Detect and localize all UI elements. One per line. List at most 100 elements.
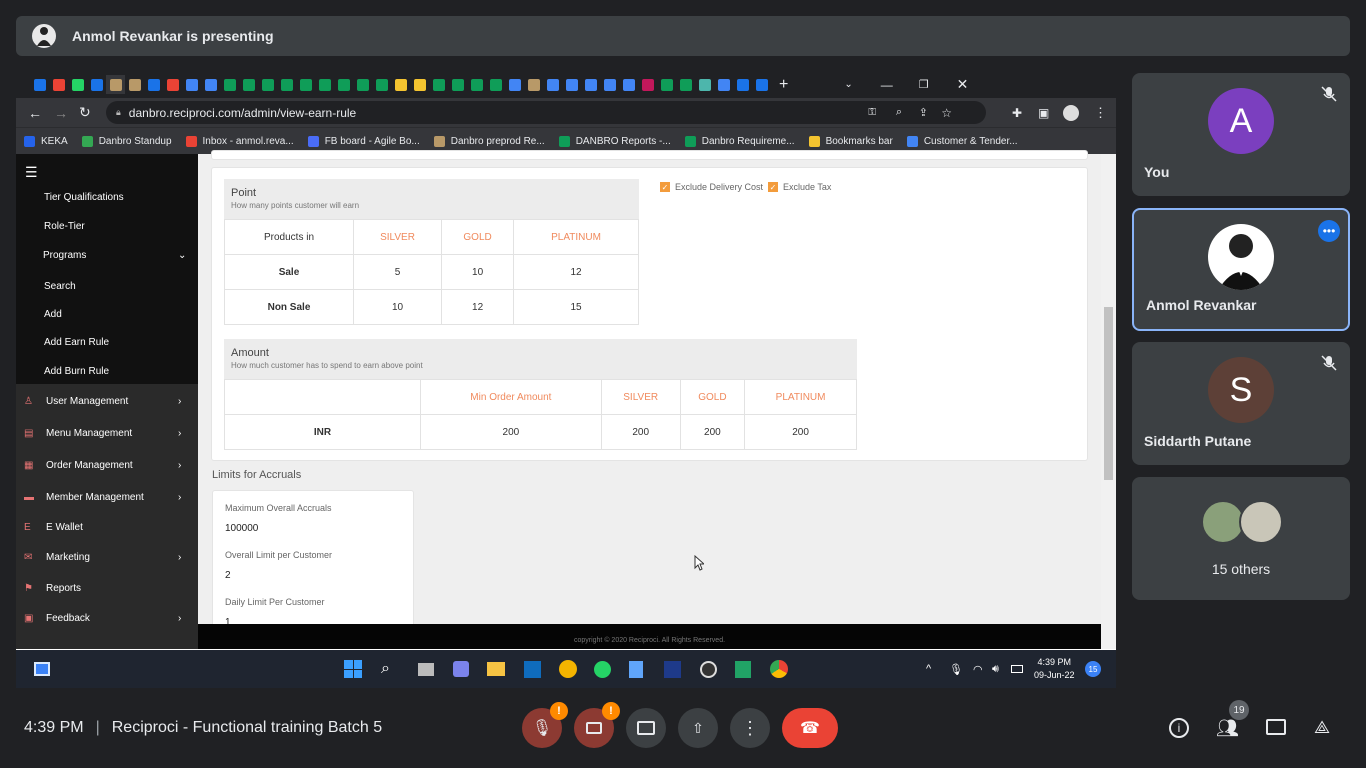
obs-icon[interactable] [700,660,717,678]
sidebar-item-add-burn-rule[interactable]: Add Burn Rule [16,356,198,386]
star-icon[interactable]: ☆ [941,106,952,120]
browser-tab[interactable] [752,75,771,94]
forward-icon[interactable]: → [54,105,68,121]
sidebar-item-feedback[interactable]: ▣ Feedback › [16,603,198,633]
zoom-icon[interactable]: ⌕ [896,106,902,119]
browser-tab[interactable] [676,75,695,94]
overall-limit-value[interactable]: 2 [225,570,231,581]
max-accruals-value[interactable]: 100000 [225,523,258,534]
sidebar-item-add[interactable]: Add [16,299,198,329]
browser-tab[interactable] [467,75,486,94]
sidebar-item-reports[interactable]: ⚑ Reports [16,573,198,603]
file-explorer-icon[interactable] [487,662,505,676]
browser-tab[interactable] [239,75,258,94]
leave-call-button[interactable]: ☎︎ [782,708,838,748]
notepad-icon[interactable] [629,660,643,678]
browser-tab[interactable] [733,75,752,94]
browser-tab[interactable] [695,75,714,94]
browser-tab[interactable] [296,75,315,94]
exclude-tax-checkbox[interactable]: ✓ [768,182,779,192]
bookmark-folder[interactable]: Bookmarks bar [808,135,893,147]
more-options-button[interactable]: ⋮ [730,708,770,748]
snip-icon[interactable] [664,660,681,678]
sidepanel-icon[interactable]: ▣ [1038,106,1049,120]
volume-icon[interactable]: 🔊︎ [992,663,999,676]
sidebar-item-member-management[interactable]: ▬ Member Management › [16,482,198,512]
chat-icon[interactable] [1266,719,1286,735]
browser-tab[interactable] [543,75,562,94]
page-scrollbar[interactable] [1101,154,1116,649]
new-tab-icon[interactable]: + [779,76,788,94]
close-window-icon[interactable]: ✕ [957,76,969,93]
wifi-icon[interactable]: ◠ [973,663,983,676]
battery-icon[interactable] [1011,665,1023,673]
browser-tab[interactable] [220,75,239,94]
participant-tile-siddarth[interactable]: S Siddarth Putane [1132,342,1350,465]
start-icon[interactable] [344,660,362,678]
clock[interactable]: 4:39 PM 09-Jun-22 [1034,656,1075,682]
chrome-beta-icon[interactable] [559,660,577,678]
browser-tab[interactable] [600,75,619,94]
browser-tab[interactable] [125,75,144,94]
bookmark-reports[interactable]: DANBRO Reports -... [558,135,671,147]
sidebar-item-role-tier[interactable]: Role-Tier [16,211,198,241]
browser-tab[interactable] [391,75,410,94]
browser-tab[interactable] [714,75,733,94]
sidebar-item-order-management[interactable]: ▦ Order Management › [16,450,198,480]
restore-icon[interactable]: ❐ [919,78,929,91]
teams-icon[interactable] [453,661,469,677]
hamburger-icon[interactable]: ☰ [25,164,38,181]
back-icon[interactable]: ← [28,105,42,121]
browser-tab[interactable] [182,75,201,94]
browser-tab[interactable] [524,75,543,94]
info-icon[interactable]: i [1169,718,1189,738]
sidebar-item-marketing[interactable]: ✉ Marketing › [16,542,198,572]
sidebar-item-programs[interactable]: Programs ⌄ [16,240,198,270]
captions-button[interactable] [626,708,666,748]
sidebar-item-menu-management[interactable]: ▤ Menu Management › [16,418,198,448]
browser-tab-strip[interactable]: + ⌄ — ❐ ✕ [16,71,1116,98]
browser-tab[interactable] [315,75,334,94]
search-icon[interactable]: ⌕ [381,660,390,678]
mic-button[interactable]: 🎙︎ ! [522,702,568,748]
whatsapp-icon[interactable] [594,660,611,678]
browser-tab[interactable] [581,75,600,94]
browser-tab[interactable] [68,75,87,94]
share-icon[interactable]: ⇪ [919,106,928,119]
browser-tab[interactable] [410,75,429,94]
sidebar-item-add-earn-rule[interactable]: Add Earn Rule [16,327,198,357]
browser-tab[interactable] [657,75,676,94]
browser-tab[interactable] [30,75,49,94]
sidebar-item-search[interactable]: Search [16,271,198,301]
notification-badge[interactable]: 15 [1085,661,1101,677]
reload-icon[interactable]: ↻ [79,104,91,121]
browser-tab[interactable] [144,75,163,94]
browser-tab[interactable] [353,75,372,94]
sidebar-item-e-wallet[interactable]: EE Wallet [16,512,198,542]
browser-tab[interactable] [334,75,353,94]
omnibox[interactable]: 🔒︎ danbro.reciproci.com/admin/view-earn-… [106,101,986,124]
profile-icon[interactable] [1063,104,1079,121]
exclude-delivery-checkbox[interactable]: ✓ [660,182,670,192]
bookmark-requirements[interactable]: Danbro Requireme... [684,135,795,147]
people-icon[interactable]: 👥︎ [1216,718,1239,739]
task-view-icon[interactable] [418,662,434,676]
browser-tab[interactable] [372,75,391,94]
browser-tab[interactable] [49,75,68,94]
browser-tab[interactable] [448,75,467,94]
browser-tab[interactable] [429,75,448,94]
bookmark-standup[interactable]: Danbro Standup [81,135,172,147]
browser-tab[interactable] [486,75,505,94]
tab-search-icon[interactable]: ⌄ [844,79,852,90]
sidebar-item-tier-qualifications[interactable]: Tier Qualifications [16,182,198,212]
bookmark-inbox[interactable]: Inbox - anmol.reva... [185,135,294,147]
widgets-icon[interactable] [34,662,50,676]
browser-tab[interactable] [258,75,277,94]
activities-icon[interactable]: ⟁ [1314,717,1330,738]
browser-tab[interactable] [562,75,581,94]
participant-tile-others[interactable]: 15 others [1132,477,1350,600]
browser-tab[interactable] [163,75,182,94]
excel-icon[interactable] [735,660,751,678]
browser-tab[interactable] [106,75,125,94]
bookmark-customer[interactable]: Customer & Tender... [906,135,1018,147]
